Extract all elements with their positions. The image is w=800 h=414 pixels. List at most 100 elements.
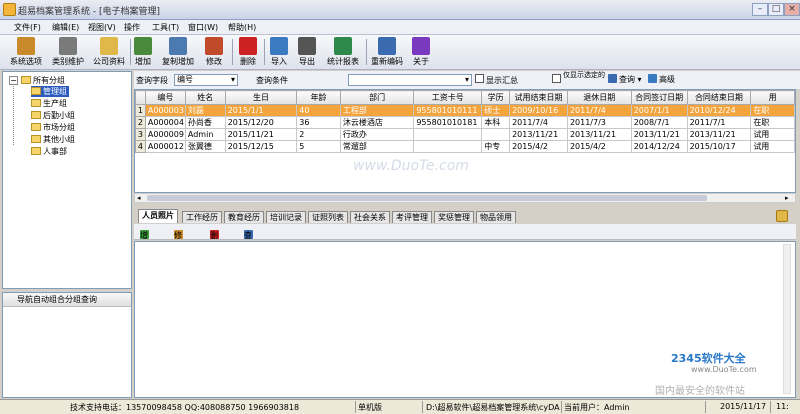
col-header[interactable]: 合同签订日期 bbox=[630, 90, 688, 105]
folder-open-icon bbox=[31, 87, 41, 95]
menu-file[interactable]: 文件(F) bbox=[14, 22, 41, 33]
menu-tools[interactable]: 工具(T) bbox=[152, 22, 179, 33]
tree-item-market[interactable]: 市场分组 bbox=[31, 122, 75, 133]
tree-root[interactable]: 所有分组 bbox=[21, 75, 65, 86]
scroll-thumb[interactable] bbox=[147, 195, 707, 201]
folder-icon bbox=[31, 111, 41, 119]
tree-item-logistics[interactable]: 后勤小组 bbox=[31, 110, 75, 121]
stat-report-button[interactable]: 统计报表 bbox=[324, 36, 362, 69]
tree-item-hr[interactable]: 人事部 bbox=[31, 146, 67, 157]
status-edition: 单机版 bbox=[358, 403, 382, 412]
menu-view[interactable]: 视图(V) bbox=[88, 22, 116, 33]
import-icon bbox=[270, 37, 288, 55]
table-row[interactable]: 4 A000012 张翼德 2015/12/15 5 常遛部 中专 2015/4/2 2015/… bbox=[135, 140, 795, 153]
export-button[interactable]: 导出 bbox=[296, 36, 318, 69]
tab-evaluation[interactable]: 考评管理 bbox=[392, 211, 432, 223]
advanced-icon bbox=[648, 74, 657, 83]
renumber-icon bbox=[378, 37, 396, 55]
table-row[interactable]: 1 A000003 刘磊 2015/1/1 40 工程部 955801010111 硕士 200… bbox=[135, 104, 795, 117]
add-button[interactable]: 增加 bbox=[132, 36, 154, 69]
query-bar: 查询字段 编号 ▾ 查询条件 ▾ 显示汇总 仅显示选定的 查询 ▾ 高级 bbox=[134, 71, 800, 89]
status-time: 11: bbox=[776, 402, 789, 411]
status-support: 技术支持电话：13570098458 QQ:408088750 19669038… bbox=[70, 403, 300, 412]
tree-collapse-toggle[interactable]: − bbox=[9, 76, 18, 85]
tab-education[interactable]: 教育经历 bbox=[224, 211, 264, 223]
window-title: 超易档案管理系统 - [电子档案管理] bbox=[18, 7, 160, 17]
category-maintain-button[interactable]: 类别维护 bbox=[48, 36, 88, 69]
company-info-button[interactable]: 公司资料 bbox=[90, 36, 128, 69]
about-button[interactable]: 关于 bbox=[410, 36, 432, 69]
query-field-select[interactable]: 编号 ▾ bbox=[174, 74, 238, 86]
col-header[interactable]: 退休日期 bbox=[566, 90, 632, 105]
copy-add-button[interactable]: 复制增加 bbox=[158, 36, 198, 69]
folder-icon bbox=[100, 37, 118, 55]
delete-x-icon bbox=[239, 37, 257, 55]
table-row[interactable]: 2 A000004 孙尚香 2015/12/20 36 沐云楼酒店 955801010181… bbox=[135, 116, 795, 129]
system-options-button[interactable]: 系统选项 bbox=[8, 36, 44, 69]
grid-horizontal-scrollbar[interactable]: ◂ ▸ bbox=[134, 193, 796, 203]
auto-group-query-header[interactable]: 导航自动组合分组查询 bbox=[3, 293, 131, 307]
detail-toolbar: 增加 修改 删除 查看 bbox=[134, 224, 796, 251]
pencil-icon bbox=[205, 37, 223, 55]
status-date: 2015/11/17 bbox=[720, 402, 767, 411]
photo-panel: 2345软件大全 www.DuoTe.com 国内最安全的软件站 bbox=[134, 241, 796, 398]
maximize-button[interactable]: □ bbox=[768, 3, 784, 16]
tools-icon bbox=[59, 37, 77, 55]
tab-certificates[interactable]: 证照列表 bbox=[308, 211, 348, 223]
col-header[interactable]: 生日 bbox=[224, 90, 298, 105]
show-summary-label: 显示汇总 bbox=[486, 76, 518, 85]
col-header[interactable]: 姓名 bbox=[184, 90, 226, 105]
panel-options-icon[interactable] bbox=[776, 210, 788, 222]
menu-help[interactable]: 帮助(H) bbox=[228, 22, 256, 33]
col-header[interactable]: 工资卡号 bbox=[413, 90, 483, 105]
tree-item-other[interactable]: 其他小组 bbox=[31, 134, 75, 145]
edit-button[interactable]: 修改 bbox=[202, 36, 226, 69]
status-path: D:\超易软件\超易档案管理系统\cyDAData.sys bbox=[426, 403, 560, 412]
tab-items[interactable]: 物品领用 bbox=[476, 211, 516, 223]
menu-edit[interactable]: 编辑(E) bbox=[52, 22, 79, 33]
menu-operate[interactable]: 操作 bbox=[124, 22, 140, 33]
close-button[interactable]: × bbox=[784, 3, 800, 16]
col-header[interactable]: 用 bbox=[750, 90, 795, 105]
group-tree: − 所有分组 管理组 生产组 后勤小组 市场分组 其他小组 人事部 bbox=[2, 71, 132, 289]
question-icon bbox=[412, 37, 430, 55]
renumber-button[interactable]: 重新编码 bbox=[368, 36, 406, 69]
tree-item-management[interactable]: 管理组 bbox=[31, 86, 69, 97]
table-row[interactable]: 3 A000009 Admin 2015/11/21 2 行政办 2013/11/21 201… bbox=[135, 128, 795, 141]
panel-scrollbar[interactable] bbox=[783, 244, 791, 394]
col-header[interactable]: 学历 bbox=[481, 90, 511, 105]
query-cond-input[interactable]: ▾ bbox=[348, 74, 472, 86]
tree-item-production[interactable]: 生产组 bbox=[31, 98, 67, 109]
copy-add-icon bbox=[169, 37, 187, 55]
advanced-button[interactable]: 高级 bbox=[648, 74, 675, 86]
col-header[interactable]: 合同结束日期 bbox=[686, 90, 752, 105]
archive-grid: 编号 姓名 生日 年龄 部门 工资卡号 学历 试用结束日期 退休日期 合同签订日… bbox=[134, 89, 796, 193]
status-bar: 技术支持电话：13570098458 QQ:408088750 19669038… bbox=[0, 399, 800, 414]
query-button[interactable]: 查询 ▾ bbox=[608, 74, 642, 86]
minimize-button[interactable]: – bbox=[752, 3, 768, 16]
tab-photo[interactable]: 人员照片 bbox=[138, 209, 178, 223]
col-header[interactable]: 年龄 bbox=[296, 90, 341, 105]
folder-icon bbox=[21, 76, 31, 84]
menu-bar: 文件(F) 编辑(E) 视图(V) 操作 工具(T) 窗口(W) 帮助(H) bbox=[0, 20, 800, 35]
import-button[interactable]: 导入 bbox=[268, 36, 290, 69]
tab-work-history[interactable]: 工作经历 bbox=[182, 211, 222, 223]
toolbar: 系统选项 类别维护 公司资料 增加 复制增加 修改 删除 导入 导出 统计报表 … bbox=[0, 35, 800, 70]
col-header[interactable]: 试用结束日期 bbox=[509, 90, 568, 105]
show-summary-checkbox[interactable] bbox=[475, 74, 484, 83]
query-field-label: 查询字段 bbox=[136, 76, 168, 85]
menu-window[interactable]: 窗口(W) bbox=[188, 22, 218, 33]
tab-training[interactable]: 培训记录 bbox=[266, 211, 306, 223]
scroll-left-icon[interactable]: ◂ bbox=[137, 195, 143, 202]
grid-header: 编号 姓名 生日 年龄 部门 工资卡号 学历 试用结束日期 退休日期 合同签订日… bbox=[135, 90, 795, 105]
tab-rewards[interactable]: 奖惩管理 bbox=[434, 211, 474, 223]
col-header[interactable]: 部门 bbox=[339, 90, 415, 105]
scroll-right-icon[interactable]: ▸ bbox=[785, 195, 791, 202]
delete-button[interactable]: 删除 bbox=[236, 36, 260, 69]
only-selected-checkbox[interactable] bbox=[552, 74, 561, 83]
auto-group-query-panel: 导航自动组合分组查询 bbox=[2, 292, 132, 398]
tab-relations[interactable]: 社会关系 bbox=[350, 211, 390, 223]
folder-icon bbox=[31, 123, 41, 131]
col-header[interactable]: 编号 bbox=[144, 90, 186, 105]
app-icon bbox=[3, 3, 16, 16]
